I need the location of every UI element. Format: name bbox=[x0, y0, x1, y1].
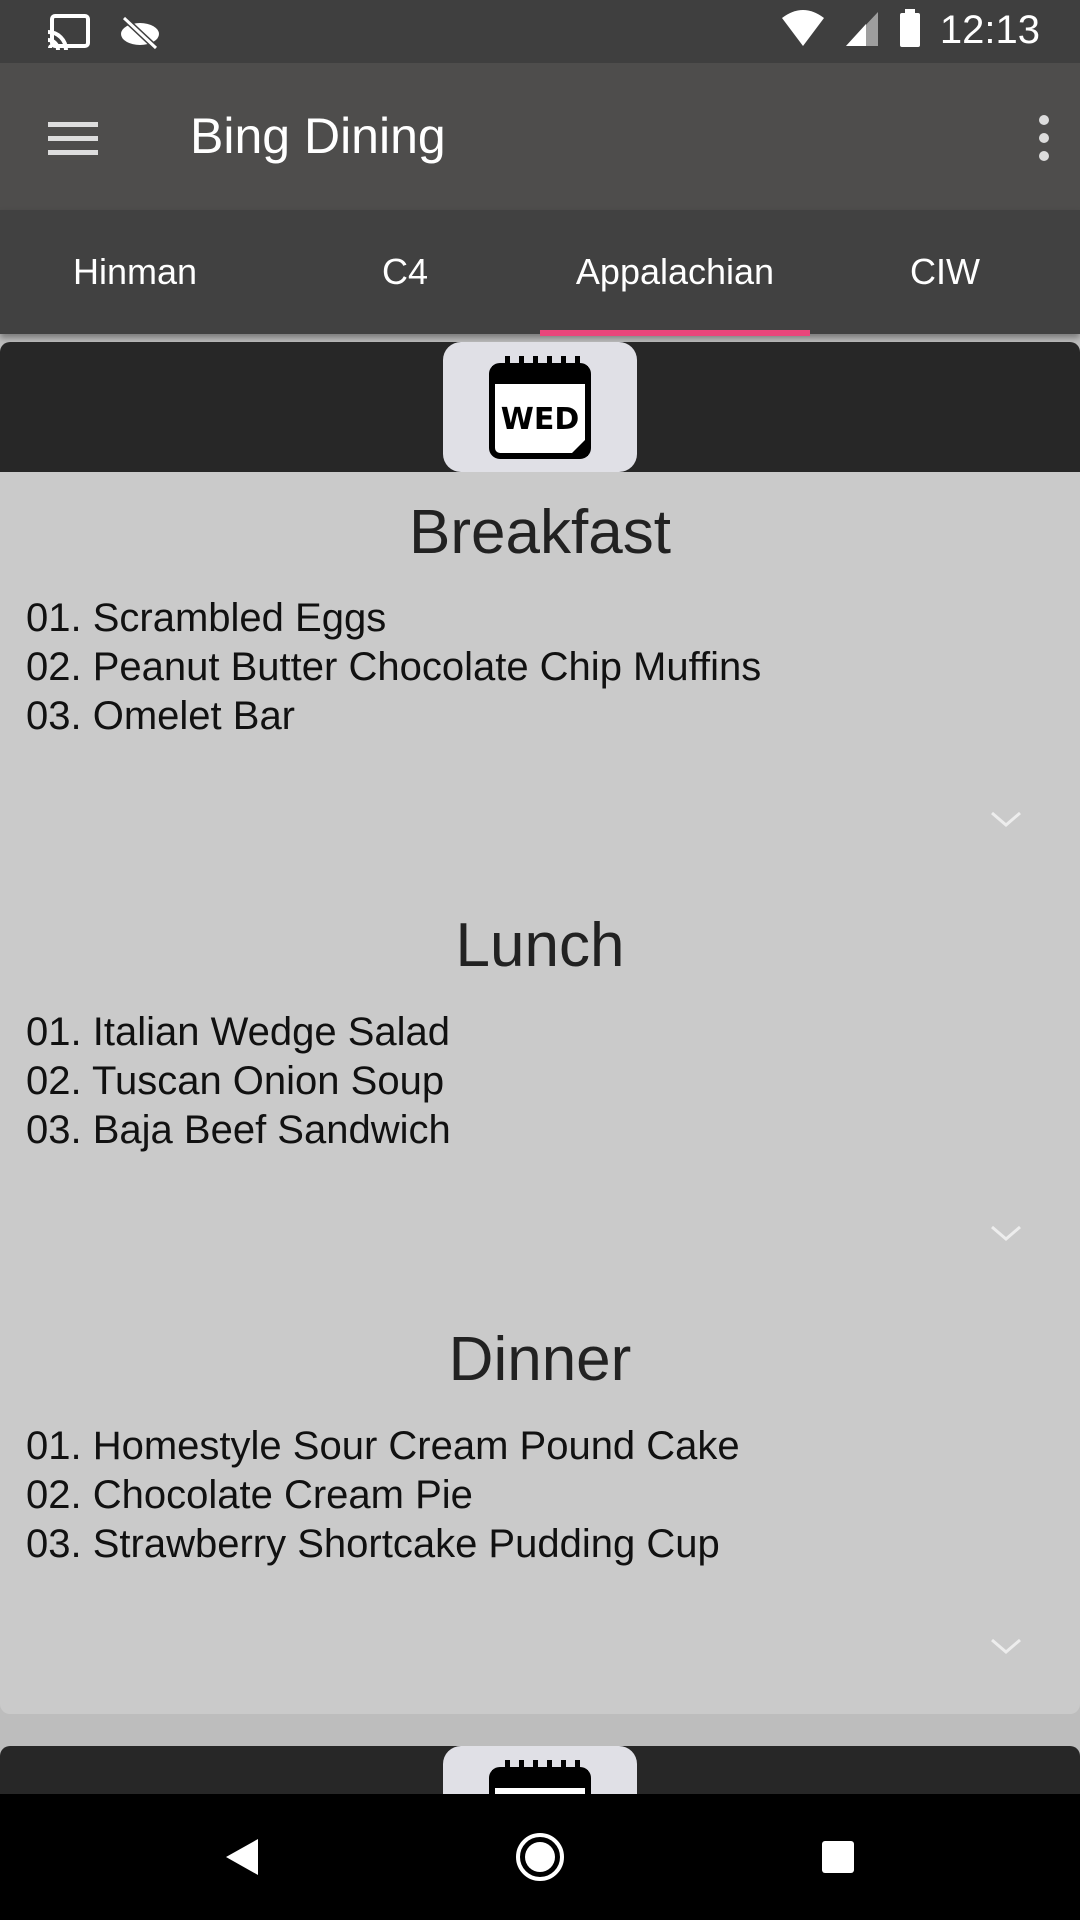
meal-title-dinner: Dinner bbox=[448, 1325, 632, 1394]
menu-button[interactable] bbox=[44, 108, 104, 168]
day-badge[interactable]: WED bbox=[443, 342, 637, 472]
status-bar: 12:13 bbox=[0, 0, 1080, 63]
status-time: 12:13 bbox=[939, 8, 1040, 52]
tab-c4[interactable]: C4 bbox=[270, 210, 540, 334]
back-button[interactable] bbox=[212, 1827, 272, 1887]
chevron-down-icon bbox=[986, 811, 1026, 839]
meal-items-lunch: 01. Italian Wedge Salad 02. Tuscan Onion… bbox=[26, 1008, 451, 1155]
screen: 12:13 Bing Dining Hinman C4 Appalachian … bbox=[0, 0, 1080, 1920]
list-item: 01. Scrambled Eggs bbox=[26, 596, 387, 640]
meal-items-breakfast: 01. Scrambled Eggs 02. Peanut Butter Cho… bbox=[26, 594, 761, 741]
recents-icon bbox=[808, 1841, 868, 1891]
expand-lunch-button[interactable] bbox=[986, 1219, 1026, 1249]
expand-breakfast-button[interactable] bbox=[986, 805, 1026, 835]
meal-title-breakfast: Breakfast bbox=[409, 498, 671, 567]
expand-dinner-button[interactable] bbox=[986, 1632, 1026, 1662]
cast-icon bbox=[46, 14, 90, 55]
battery-icon bbox=[898, 8, 922, 53]
list-item: 02. Peanut Butter Chocolate Chip Muffins bbox=[26, 645, 762, 689]
tab-selected-indicator bbox=[540, 330, 810, 336]
meal-title-lunch: Lunch bbox=[455, 911, 625, 980]
list-item: 02. Chocolate Cream Pie bbox=[26, 1473, 473, 1517]
tab-ciw[interactable]: CIW bbox=[810, 210, 1080, 334]
list-item: 03. Strawberry Shortcake Pudding Cup bbox=[26, 1522, 720, 1566]
back-icon bbox=[212, 1839, 272, 1891]
signal-icon bbox=[844, 8, 880, 53]
chevron-down-icon bbox=[986, 1225, 1026, 1253]
tab-bar: Hinman C4 Appalachian CIW bbox=[0, 210, 1080, 334]
day-label: WED bbox=[501, 402, 580, 437]
list-item: 02. Tuscan Onion Soup bbox=[26, 1059, 445, 1103]
app-title: Bing Dining bbox=[190, 108, 446, 164]
list-item: 03. Baja Beef Sandwich bbox=[26, 1108, 451, 1152]
meal-items-dinner: 01. Homestyle Sour Cream Pound Cake 02. … bbox=[26, 1422, 740, 1569]
sync-off-icon bbox=[118, 14, 162, 55]
overflow-menu-button[interactable] bbox=[1002, 108, 1062, 168]
list-item: 01. Italian Wedge Salad bbox=[26, 1010, 451, 1054]
tab-appalachian[interactable]: Appalachian bbox=[540, 210, 810, 334]
more-vert-icon bbox=[1002, 115, 1062, 172]
app-bar: Bing Dining bbox=[0, 63, 1080, 210]
wifi-icon bbox=[780, 8, 826, 53]
day-card: WED Breakfast 01. Scrambled Eggs 02. Pea… bbox=[0, 342, 1080, 1714]
home-button[interactable] bbox=[510, 1827, 570, 1887]
system-nav-bar bbox=[0, 1794, 1080, 1920]
tab-hinman[interactable]: Hinman bbox=[0, 210, 270, 334]
chevron-down-icon bbox=[986, 1638, 1026, 1666]
recents-button[interactable] bbox=[808, 1827, 868, 1887]
list-item: 03. Omelet Bar bbox=[26, 694, 296, 738]
list-item: 01. Homestyle Sour Cream Pound Cake bbox=[26, 1424, 740, 1468]
hamburger-menu-icon bbox=[44, 122, 104, 172]
home-icon bbox=[510, 1833, 570, 1891]
